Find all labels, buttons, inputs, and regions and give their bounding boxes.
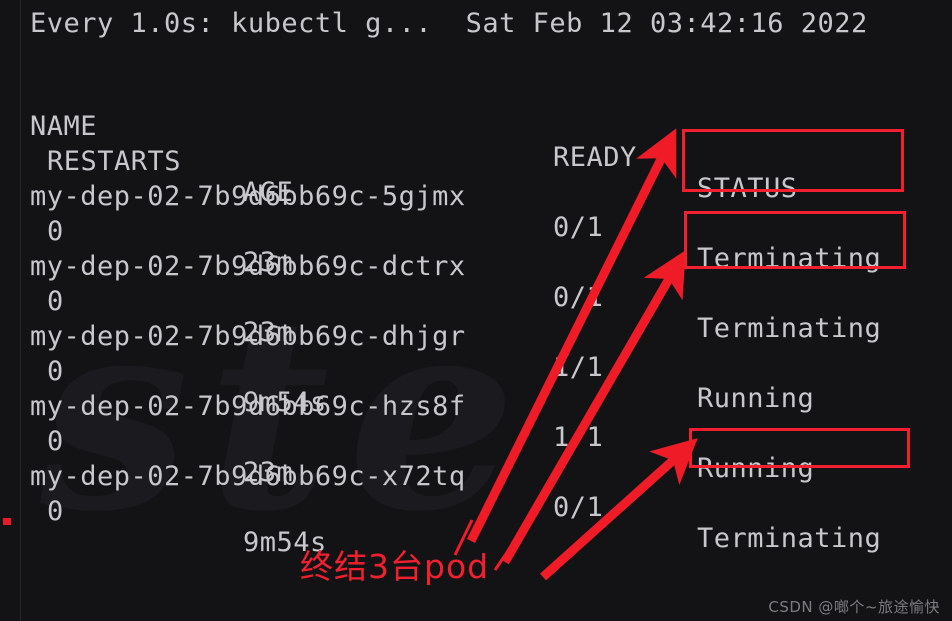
pod-status: Terminating xyxy=(697,523,882,554)
terminal-output: Every 1.0s: kubectl g... Sat Feb 12 03:4… xyxy=(0,0,952,621)
annotation-note: 终结3台pod xyxy=(300,547,490,586)
table-row: my-dep-02-7b9d6bb69c-dctrx 0/1 Terminati… xyxy=(0,220,952,348)
table-row: my-dep-02-7b9d6bb69c-x72tq 0/1 Terminati… xyxy=(0,430,952,558)
table-row: my-dep-02-7b9d6bb69c-5gjmx 0/1 Terminati… xyxy=(0,150,952,278)
pod-ready: 0/1 xyxy=(553,492,604,523)
table-row: my-dep-02-7b9d6bb69c-hzs8f 1/1 Running 0… xyxy=(0,360,952,488)
terminal-window: ste Every 1.0s: kubectl g... Sat Feb 12 … xyxy=(0,0,952,621)
table-row: my-dep-02-7b9d6bb69c-dhjgr 1/1 Running 0… xyxy=(0,290,952,418)
pod-restarts: 0 xyxy=(47,496,64,527)
csdn-watermark: CSDN @啷个~旅途愉快 xyxy=(768,598,940,616)
watch-header: Every 1.0s: kubectl g... Sat Feb 12 03:4… xyxy=(30,8,868,39)
table-header: NAME READY STATUS RESTARTS AGE xyxy=(0,80,952,208)
